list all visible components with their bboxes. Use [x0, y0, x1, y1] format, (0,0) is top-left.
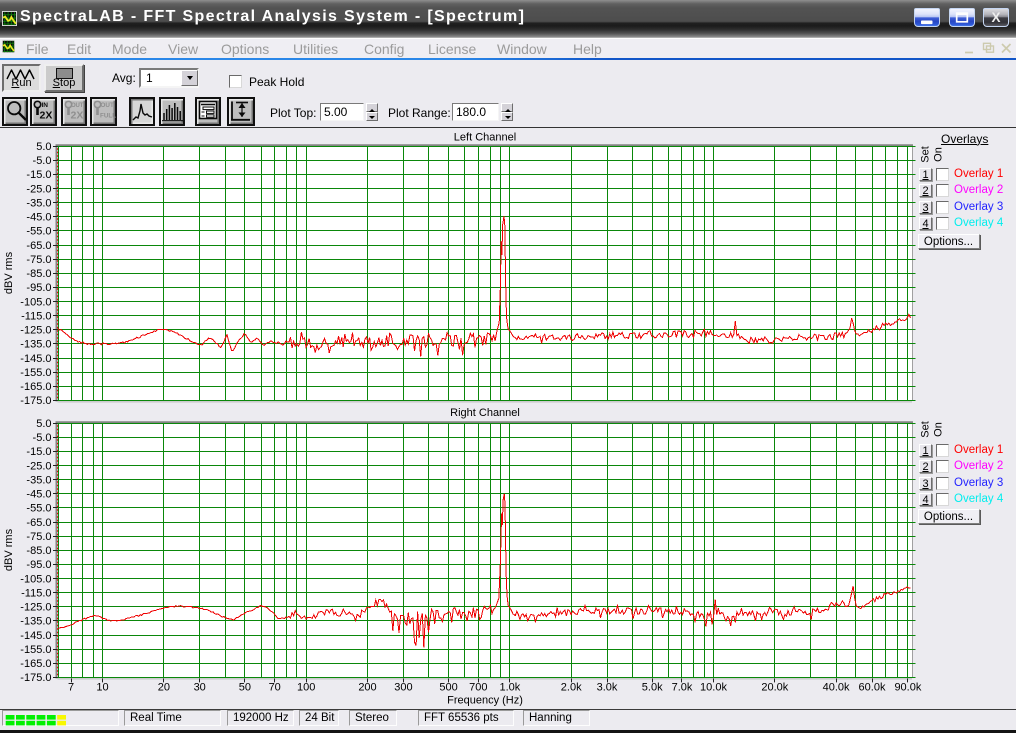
svg-text:200: 200	[358, 682, 376, 694]
svg-text:Frequency (Hz): Frequency (Hz)	[447, 695, 523, 707]
svg-text:5.0k: 5.0k	[642, 682, 663, 694]
svg-text:dBV rms: dBV rms	[3, 528, 15, 571]
svg-text:-95.0: -95.0	[26, 559, 51, 571]
svg-text:-25.0: -25.0	[26, 183, 51, 195]
svg-text:Left Channel: Left Channel	[454, 132, 516, 144]
svg-text:-175.0: -175.0	[20, 395, 51, 407]
svg-text:-65.0: -65.0	[26, 517, 51, 529]
svg-text:dBV rms: dBV rms	[3, 251, 15, 294]
svg-text:60.0k: 60.0k	[859, 682, 886, 694]
svg-text:-85.0: -85.0	[26, 545, 51, 557]
svg-text:-145.0: -145.0	[20, 353, 51, 365]
svg-text:30: 30	[194, 682, 206, 694]
svg-text:-145.0: -145.0	[20, 630, 51, 642]
svg-text:7: 7	[68, 682, 74, 694]
svg-text:-105.0: -105.0	[20, 296, 51, 308]
svg-text:-125.0: -125.0	[20, 602, 51, 614]
svg-text:X: X	[991, 10, 1000, 25]
svg-text:7.0k: 7.0k	[672, 682, 693, 694]
svg-text:100: 100	[297, 682, 315, 694]
svg-text:2X: 2X	[40, 110, 53, 122]
svg-text:-35.0: -35.0	[26, 198, 51, 210]
svg-text:-95.0: -95.0	[26, 282, 51, 294]
svg-text:-15.0: -15.0	[26, 169, 51, 181]
svg-text:-85.0: -85.0	[26, 268, 51, 280]
svg-text:-115.0: -115.0	[21, 588, 51, 600]
svg-text:-45.0: -45.0	[26, 212, 51, 224]
svg-text:-45.0: -45.0	[26, 489, 51, 501]
svg-text:OUT: OUT	[71, 103, 84, 109]
svg-text:IN: IN	[42, 102, 49, 109]
svg-text:-155.0: -155.0	[20, 644, 51, 656]
svg-text:-65.0: -65.0	[26, 240, 51, 252]
svg-text:-75.0: -75.0	[26, 254, 51, 266]
svg-text:-155.0: -155.0	[20, 367, 51, 379]
svg-text:-175.0: -175.0	[20, 672, 51, 684]
svg-text:40.0k: 40.0k	[823, 682, 850, 694]
svg-text:90.0k: 90.0k	[894, 682, 921, 694]
svg-text:FULL: FULL	[100, 113, 116, 120]
svg-text:10: 10	[96, 682, 108, 694]
svg-text:-165.0: -165.0	[20, 381, 51, 393]
svg-text:-135.0: -135.0	[20, 616, 51, 628]
svg-text:-25.0: -25.0	[26, 460, 51, 472]
svg-text:10.0k: 10.0k	[700, 682, 727, 694]
svg-text:5.0: 5.0	[36, 418, 51, 430]
svg-text:-55.0: -55.0	[26, 503, 51, 515]
svg-text:-5.0: -5.0	[33, 432, 52, 444]
svg-text:Right Channel: Right Channel	[450, 407, 520, 419]
svg-text:-15.0: -15.0	[26, 446, 51, 458]
svg-text:2X: 2X	[70, 110, 83, 122]
svg-text:-75.0: -75.0	[26, 531, 51, 543]
svg-text:-5.0: -5.0	[33, 155, 52, 167]
svg-text:20: 20	[158, 682, 170, 694]
svg-text:-125.0: -125.0	[20, 325, 51, 337]
svg-text:500: 500	[439, 682, 457, 694]
svg-text:-55.0: -55.0	[26, 226, 51, 238]
svg-text:2.0k: 2.0k	[561, 682, 582, 694]
svg-text:-105.0: -105.0	[20, 573, 51, 585]
svg-text:1.0k: 1.0k	[500, 682, 521, 694]
svg-text:20.0k: 20.0k	[761, 682, 788, 694]
svg-text:50: 50	[239, 682, 251, 694]
svg-text:-135.0: -135.0	[20, 339, 51, 351]
svg-text:-115.0: -115.0	[21, 311, 51, 323]
svg-text:3.0k: 3.0k	[597, 682, 618, 694]
svg-text:300: 300	[394, 682, 412, 694]
svg-text:-165.0: -165.0	[20, 658, 51, 670]
svg-text:-35.0: -35.0	[26, 475, 51, 487]
svg-text:700: 700	[469, 682, 487, 694]
svg-text:OUT: OUT	[101, 102, 114, 109]
svg-text:70: 70	[269, 682, 281, 694]
svg-text:5.0: 5.0	[36, 141, 51, 153]
